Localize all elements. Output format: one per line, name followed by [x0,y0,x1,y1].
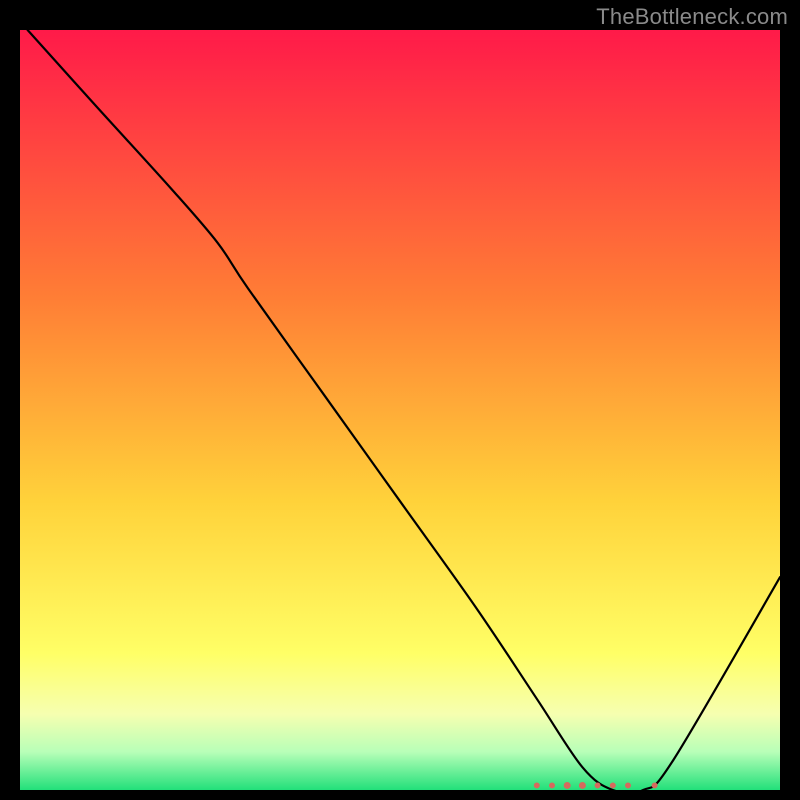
gradient-background [20,30,780,790]
chart-frame: TheBottleneck.com [0,0,800,800]
marker-dot [579,782,586,789]
plot-area [20,30,780,790]
marker-dot [549,782,555,788]
marker-dot [625,782,631,788]
marker-dot [534,782,540,788]
marker-dot [595,782,601,788]
chart-svg [20,30,780,790]
marker-dot [610,782,616,788]
marker-dot [564,782,571,789]
watermark-text: TheBottleneck.com [596,4,788,30]
marker-dot [652,782,658,788]
